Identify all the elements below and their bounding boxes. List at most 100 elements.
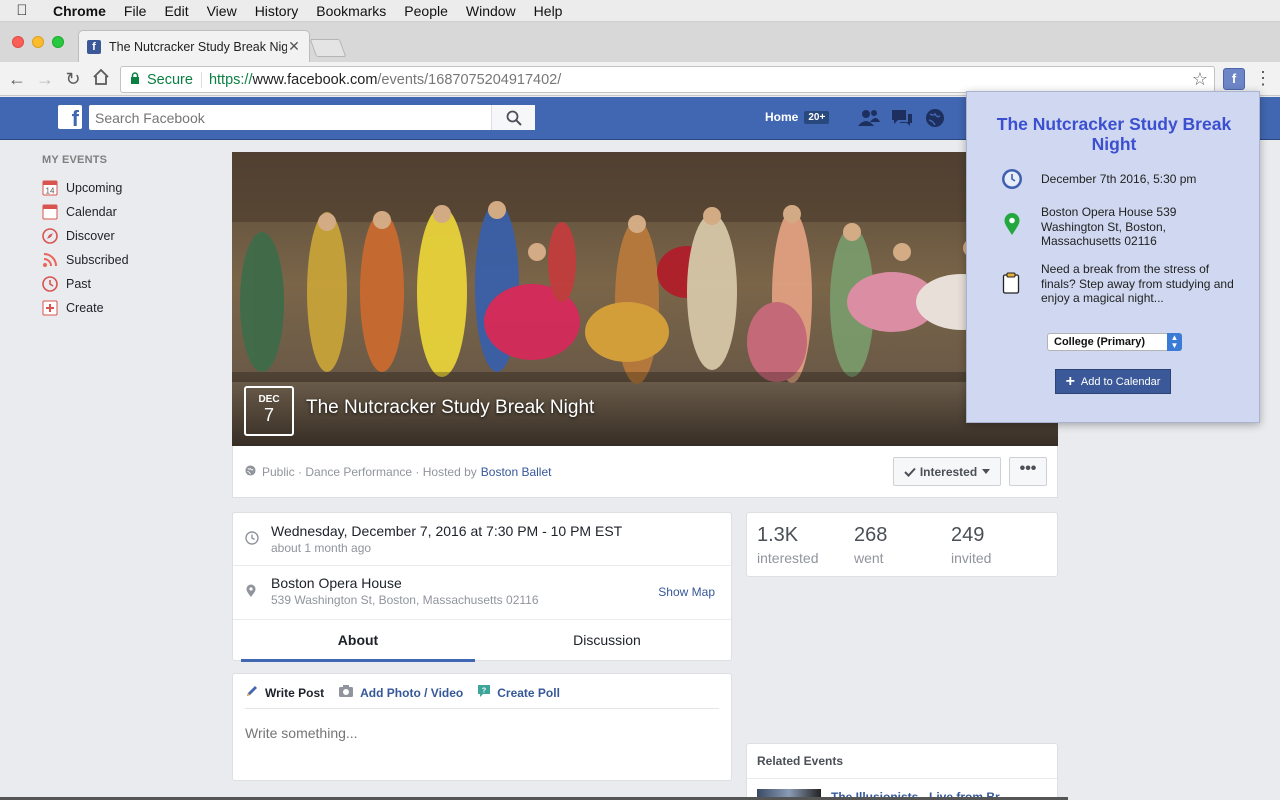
url-scheme: https://: [208, 71, 253, 88]
new-tab-button[interactable]: [309, 39, 347, 57]
map-pin-icon: [245, 584, 257, 601]
search-icon[interactable]: [491, 105, 535, 130]
event-month: DEC: [258, 394, 280, 405]
facebook-logo-icon[interactable]: f: [58, 105, 82, 129]
popup-datetime-row: December 7th 2016, 5:30 pm: [997, 168, 1247, 192]
left-nav-calendar[interactable]: Calendar: [42, 200, 212, 224]
reload-icon[interactable]: ↻: [62, 68, 84, 90]
stat-interested[interactable]: 1.3K interested: [757, 524, 818, 566]
zoom-window-button[interactable]: [52, 36, 64, 48]
popup-location-row: Boston Opera House 539 Washington St, Bo…: [997, 204, 1247, 252]
left-nav-create-label: Create: [66, 301, 104, 315]
event-title: The Nutcracker Study Break Night: [306, 397, 595, 418]
calendar-select[interactable]: College (Primary) ▲ ▼: [1047, 333, 1182, 351]
messages-icon[interactable]: [890, 108, 912, 128]
back-arrow-icon[interactable]: ←: [6, 68, 28, 90]
clock-icon: [42, 276, 58, 292]
left-nav-upcoming[interactable]: 14 Upcoming: [42, 176, 212, 200]
poll-icon: ?: [477, 684, 491, 701]
upcoming-day-number: 14: [46, 187, 55, 196]
url-host: www.facebook.com: [252, 71, 378, 88]
left-nav-past[interactable]: Past: [42, 272, 212, 296]
popup-description-row: Need a break from the stress of finals? …: [997, 262, 1247, 310]
more-options-button[interactable]: •••: [1009, 457, 1047, 486]
create-poll-label: Create Poll: [497, 685, 560, 700]
plus-icon: +: [1065, 372, 1075, 390]
tab-about[interactable]: About: [241, 620, 475, 662]
stat-went[interactable]: 268 went: [854, 524, 887, 566]
events-left-nav: MY EVENTS 14 Upcoming Calendar Discover …: [42, 154, 212, 320]
lock-icon: [123, 72, 147, 87]
calendar-icon: [42, 204, 58, 220]
left-nav-subscribed-label: Subscribed: [66, 253, 129, 267]
event-venue[interactable]: Boston Opera House: [271, 575, 402, 591]
event-location-row: Boston Opera House 539 Washington St, Bo…: [233, 566, 731, 619]
bookmark-star-icon[interactable]: ☆: [1192, 69, 1208, 90]
macos-menubar:  Chrome File Edit View History Bookmark…: [0, 0, 1280, 22]
stat-invited-value: 249: [951, 524, 985, 546]
stat-invited[interactable]: 249 invited: [951, 524, 991, 566]
popup-datetime: December 7th 2016, 5:30 pm: [1041, 172, 1197, 186]
event-host-link[interactable]: Boston Ballet: [481, 465, 552, 479]
interested-label: Interested: [919, 464, 978, 479]
menu-history[interactable]: History: [246, 3, 308, 19]
left-nav-header: MY EVENTS: [42, 154, 108, 166]
popup-description: Need a break from the stress of finals? …: [1041, 262, 1234, 305]
event-address: 539 Washington St, Boston, Massachusetts…: [271, 593, 539, 607]
clock-icon: [245, 531, 259, 548]
home-label: Home: [765, 110, 799, 124]
menu-window[interactable]: Window: [457, 3, 525, 19]
rss-icon: [42, 252, 58, 268]
create-poll-tab[interactable]: ? Create Poll: [477, 684, 560, 701]
related-events-header: Related Events: [757, 754, 844, 768]
left-nav-past-label: Past: [66, 277, 92, 291]
chrome-menu-icon[interactable]: ⋮: [1254, 66, 1272, 90]
url-path: /events/1687075204917402/: [377, 71, 562, 88]
tab-discussion[interactable]: Discussion: [483, 620, 731, 662]
menu-app-chrome[interactable]: Chrome: [44, 3, 115, 19]
left-nav-upcoming-label: Upcoming: [66, 181, 123, 195]
menu-people[interactable]: People: [395, 3, 457, 19]
notifications-globe-icon[interactable]: [925, 108, 947, 128]
write-post-tab[interactable]: Write Post: [245, 684, 324, 701]
facebook-search: [89, 105, 535, 130]
left-nav-create[interactable]: Create: [42, 296, 212, 320]
address-bar[interactable]: Secure https:// www.facebook.com /events…: [120, 66, 1215, 93]
minimize-window-button[interactable]: [32, 36, 44, 48]
calendar-select-value: College (Primary): [1054, 336, 1146, 348]
menu-edit[interactable]: Edit: [155, 3, 197, 19]
friend-requests-icon[interactable]: [857, 108, 880, 128]
related-events-card: Related Events The Illusionists - Live f…: [746, 743, 1058, 800]
menu-file[interactable]: File: [115, 3, 156, 19]
globe-icon: [245, 465, 256, 479]
add-to-calendar-button[interactable]: + Add to Calendar: [1055, 369, 1171, 394]
show-map-link[interactable]: Show Map: [658, 585, 715, 599]
add-photo-video-tab[interactable]: Add Photo / Video: [338, 684, 463, 701]
menu-bookmarks[interactable]: Bookmarks: [307, 3, 395, 19]
search-input[interactable]: [89, 105, 491, 130]
clock-icon: [1001, 168, 1023, 193]
forward-arrow-icon[interactable]: →: [34, 68, 56, 90]
extension-facebook-icon[interactable]: f: [1223, 68, 1245, 90]
chevron-down-icon: [982, 469, 991, 474]
post-composer: Write Post Add Photo / Video ? Create Po…: [232, 673, 732, 781]
close-window-button[interactable]: [12, 36, 24, 48]
home-link[interactable]: Home 20+: [765, 110, 830, 124]
menu-view[interactable]: View: [198, 3, 246, 19]
left-nav-discover[interactable]: Discover: [42, 224, 212, 248]
interested-button[interactable]: Interested: [893, 457, 1001, 486]
home-icon[interactable]: [90, 68, 112, 90]
tab-close-icon[interactable]: ✕: [287, 38, 301, 55]
write-something-input[interactable]: [245, 722, 715, 744]
write-post-label: Write Post: [265, 685, 325, 700]
pencil-icon: [245, 684, 259, 701]
apple-icon[interactable]: : [0, 2, 44, 19]
clipboard-icon: [1002, 272, 1020, 297]
browser-tab-active[interactable]: f The Nutcracker Study Break Night ✕: [78, 30, 310, 62]
menu-help[interactable]: Help: [525, 3, 572, 19]
left-nav-subscribed[interactable]: Subscribed: [42, 248, 212, 272]
select-arrows-icon: ▲ ▼: [1167, 333, 1182, 351]
event-datetime: Wednesday, December 7, 2016 at 7:30 PM -…: [271, 523, 623, 539]
composer-divider: [245, 708, 719, 709]
calendar-14-icon: 14: [42, 180, 58, 196]
